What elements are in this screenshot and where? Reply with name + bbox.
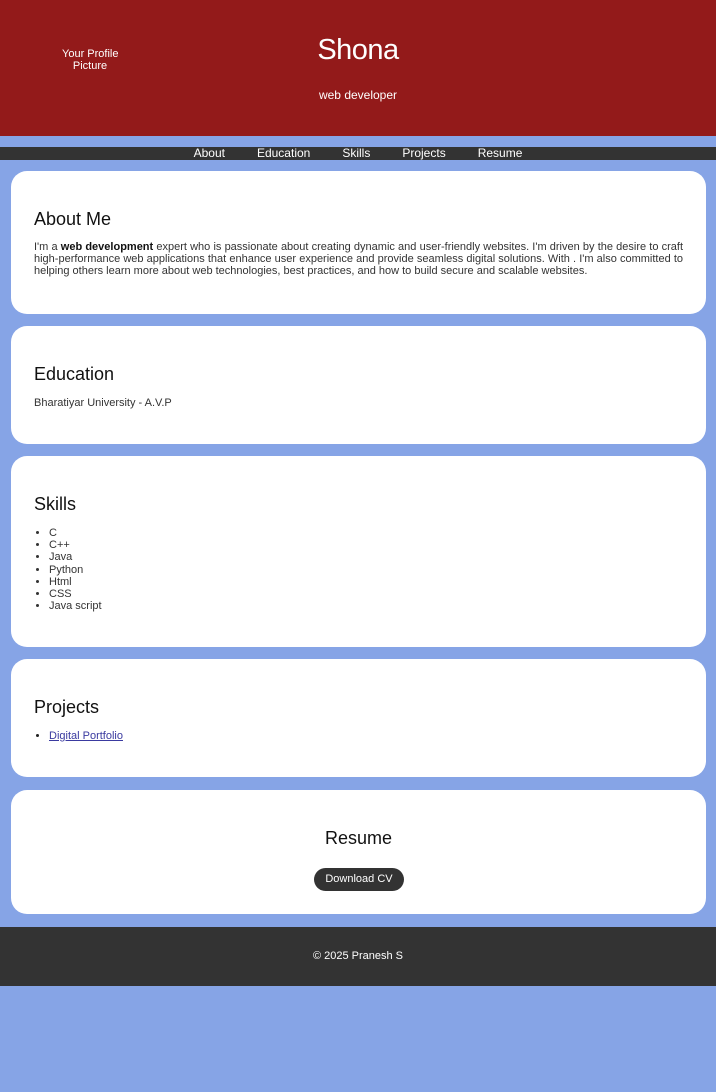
download-cv-button[interactable]: Download CV [314,868,404,891]
main-nav: About Education Skills Projects Resume [0,147,716,160]
about-text: I'm a web development expert who is pass… [34,241,683,277]
nav-link-resume[interactable]: Resume [478,147,523,160]
about-intro: I'm a [34,241,61,253]
skill-item: Java script [49,600,102,612]
projects-section: Projects Digital Portfolio [11,659,706,777]
skill-item: Html [49,576,102,588]
education-section: Education Bharatiyar University - A.V.P [11,326,706,444]
project-link[interactable]: Digital Portfolio [49,730,123,742]
skill-item: C++ [49,539,102,551]
site-footer: © 2025 Pranesh S [0,927,716,986]
resume-section: Resume Download CV [11,790,706,914]
site-subtitle: web developer [318,88,398,102]
skill-item: Python [49,564,102,576]
skill-item: CSS [49,588,102,600]
about-section: About Me I'm a web development expert wh… [11,171,706,314]
about-highlight: web development [60,241,154,253]
project-item: Digital Portfolio [49,730,123,742]
education-heading: Education [34,364,115,384]
skill-item: Java [49,551,102,563]
site-title: Shona [317,34,399,66]
about-heading: About Me [34,209,112,229]
skills-section: Skills C C++ Java Python Html CSS Java s… [11,456,706,647]
nav-link-projects[interactable]: Projects [402,147,445,160]
site-header: Your Profile Picture Shona web developer [0,0,716,136]
nav-link-education[interactable]: Education [257,147,310,160]
skills-heading: Skills [34,494,77,514]
nav-link-skills[interactable]: Skills [342,147,370,160]
projects-list: Digital Portfolio [34,730,123,742]
footer-copyright: © 2025 Pranesh S [312,950,404,962]
education-text: Bharatiyar University - A.V.P [34,397,172,409]
skill-item: C [49,527,102,539]
resume-heading: Resume [324,828,393,848]
skills-list: C C++ Java Python Html CSS Java script [34,527,102,612]
projects-heading: Projects [34,697,100,717]
nav-link-about[interactable]: About [194,147,225,160]
